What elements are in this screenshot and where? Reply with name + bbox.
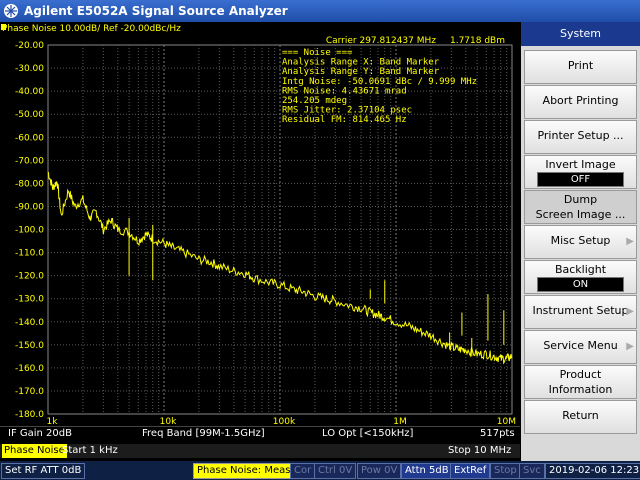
backlight-label: Backlight [554,263,607,276]
stop-status: Stop [490,463,521,479]
y-tick-label: -120.0 [15,272,44,282]
abort-printing-label: Abort Printing [542,94,619,107]
invert-image-label: Invert Image [545,158,616,171]
ctrl-value: 0V [338,465,353,476]
noise-panel-line: RMS Jitter: 2.37104 psec [282,106,412,116]
return-button[interactable]: Return [524,400,637,434]
triangle-right-icon: ▶ [626,236,634,247]
phase-noise-chart: -20.00 -30.00 -40.00 -50.00 -60.00 -70.00 -80.… [1,24,516,426]
sweep-info-bar: Phase Noise Start 1 kHz Stop 10 MHz [0,444,520,458]
y-tick-label: -180.0 [15,410,44,420]
date-time: 2019-02-06 12:23 [545,463,640,479]
service-menu-label: Service Menu [543,339,618,352]
instrument-setup-button[interactable]: Instrument Setup ▶ [524,295,637,329]
product-information-button[interactable]: Product Information [524,365,637,399]
y-tick-label: -70.00 [15,156,44,166]
y-tick-label: -30.00 [15,64,44,74]
y-tick-label: -100.0 [15,226,44,236]
y-tick-label: -160.0 [15,364,44,374]
phase-noise-plot[interactable]: -20.00 -30.00 -40.00 -50.00 -60.00 -70.00 -80.… [0,22,520,426]
x-tick-label: 100k [273,417,296,426]
start-frequency[interactable]: Start 1 kHz [62,444,118,458]
y-tick-label: -90.00 [15,202,44,212]
noise-panel-line: Intg Noise: -50.0691 dBc / 9.999 MHz [282,77,477,87]
dump-screen-image-button[interactable]: Dump Screen Image ... [524,190,637,224]
instrument-setup-label: Instrument Setup [532,304,629,317]
invert-image-button[interactable]: Invert Image OFF [524,155,637,189]
trace-header: Phase Noise 10.00dB/ Ref -20.00dBc/Hz [2,24,181,34]
carrier-frequency: Carrier 297.812437 MHz [326,36,436,46]
y-tick-label: -140.0 [15,318,44,328]
noise-panel-line: Analysis Range X: Band Marker [282,58,440,68]
service-menu-button[interactable]: Service Menu ▶ [524,330,637,364]
noise-panel-line: === Noise === [282,48,353,58]
trace-label[interactable]: Phase Noise [2,444,67,458]
return-label: Return [562,409,599,422]
backlight-value: ON [537,277,624,292]
triangle-right-icon: ▶ [626,341,634,352]
x-tick-label: 10M [497,417,516,426]
pow-value: 0V [384,465,398,476]
dump-label: Dump [563,193,598,206]
misc-setup-button[interactable]: Misc Setup ▶ [524,225,637,259]
y-tick-label: -20.00 [15,41,44,51]
trace-marker-icon [1,24,6,30]
points-label: 517pts [480,428,515,439]
lo-opt-label: LO Opt [<150kHz] [322,428,414,439]
product-label: Product [559,368,602,381]
information-label: Information [548,383,613,396]
ctrl-status: Ctrl 0V [314,463,357,479]
abort-printing-button[interactable]: Abort Printing [524,85,637,119]
meas-status: Phase Noise: Meas [193,463,295,479]
window-title: Agilent E5052A Signal Source Analyzer [24,4,288,18]
title-bar: Agilent E5052A Signal Source Analyzer [0,0,640,22]
menu-title: System [521,22,640,46]
noise-panel-line: Residual FM: 814.465 Hz [282,115,407,125]
backlight-button[interactable]: Backlight ON [524,260,637,294]
printer-setup-label: Printer Setup ... [537,129,624,142]
set-rf-att-status: Set RF ATT 0dB [1,463,85,479]
ctrl-label: Ctrl [318,465,336,476]
noise-panel-line: RMS Noise: 4.43671 mrad [282,86,407,96]
y-tick-label: -110.0 [15,249,44,259]
pow-label: Pow [361,465,381,476]
svc-status: Svc [519,463,545,479]
stop-frequency[interactable]: Stop 10 MHz [448,444,511,458]
print-label: Print [567,59,594,72]
misc-setup-label: Misc Setup [550,234,611,247]
print-button[interactable]: Print [524,50,637,84]
noise-panel-line: Analysis Range Y: Band Marker [282,67,440,77]
extref-status: ExtRef [450,463,491,479]
y-tick-label: -50.00 [15,110,44,120]
freq-band-label: Freq Band [99M-1.5GHz] [142,428,265,439]
pow-status: Pow 0V [357,463,402,479]
x-tick-label: 1k [47,417,59,426]
if-gain-label: IF Gain 20dB [8,428,72,439]
printer-setup-button[interactable]: Printer Setup ... [524,120,637,154]
agilent-spark-icon [4,4,18,18]
y-tick-label: -170.0 [15,387,44,397]
y-tick-label: -60.00 [15,133,44,143]
screen-image-label: Screen Image ... [535,208,626,221]
measurement-info-bar: IF Gain 20dB Freq Band [99M-1.5GHz] LO O… [0,426,520,441]
softkey-panel: System Print Abort Printing Printer Setu… [521,22,640,461]
cor-status: Cor [290,463,316,479]
carrier-power: 1.7718 dBm [450,36,505,46]
x-tick-label: 10k [160,417,177,426]
y-tick-label: -80.00 [15,179,44,189]
y-tick-label: -130.0 [15,295,44,305]
noise-panel-line: 254.205 mdeg [282,96,347,106]
invert-image-value: OFF [537,172,624,187]
y-tick-label: -150.0 [15,341,44,351]
triangle-right-icon: ▶ [626,306,634,317]
status-bar: Set RF ATT 0dB Phase Noise: Meas Cor Ctr… [0,461,640,480]
y-tick-label: -40.00 [15,87,44,97]
attn-status: Attn 5dB [401,463,453,479]
x-tick-label: 1M [393,417,407,426]
